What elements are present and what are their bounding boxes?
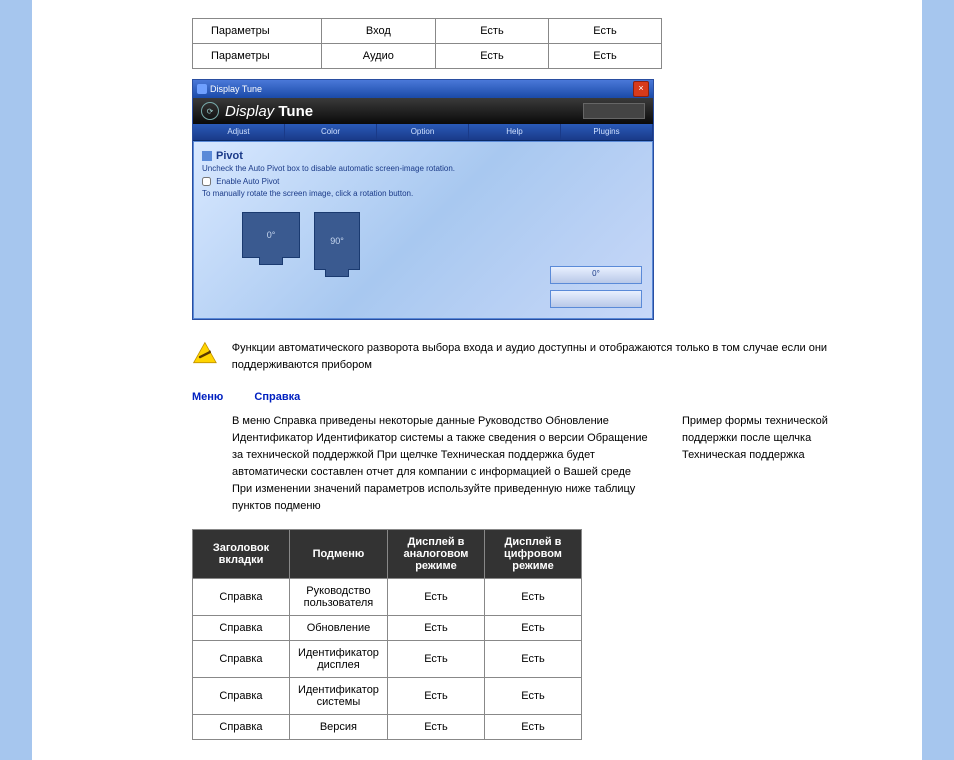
col-header: Дисплей в цифровом режиме xyxy=(485,530,582,579)
table-row: СправкаРуководство пользователяЕстьЕсть xyxy=(193,579,582,616)
right-text: Пример формы технической поддержки после… xyxy=(682,413,862,515)
panel-desc: Uncheck the Auto Pivot box to disable au… xyxy=(202,164,644,173)
cell: Есть xyxy=(435,44,548,69)
cell: Есть xyxy=(435,19,548,44)
help-link[interactable]: Справка xyxy=(254,391,300,403)
tab-option[interactable]: Option xyxy=(377,124,469,140)
warning-row: Функции автоматического разворота выбора… xyxy=(192,340,912,373)
auto-pivot-checkbox[interactable]: Enable Auto Pivot xyxy=(202,177,279,186)
table-row: СправкаИдентификатор системыЕстьЕсть xyxy=(193,678,582,715)
panel-button-2[interactable] xyxy=(550,290,642,308)
brand-text: Display Tune xyxy=(225,103,313,120)
table-row: СправкаВерсияЕстьЕсть xyxy=(193,715,582,740)
menu-line: Меню Справка xyxy=(192,387,912,413)
col-header: Заголовок вкладки xyxy=(193,530,290,579)
pivot-panel: Pivot Uncheck the Auto Pivot box to disa… xyxy=(193,141,653,319)
tab-color[interactable]: Color xyxy=(285,124,377,140)
brand-logo-icon: ⟳ xyxy=(201,102,219,120)
window-title: Display Tune xyxy=(210,84,262,94)
app-tabs: Adjust Color Option Help Plugins xyxy=(193,124,653,141)
panel-title: Pivot xyxy=(202,150,644,162)
table-row: СправкаИдентификатор дисплеяЕстьЕсть xyxy=(193,641,582,678)
table-row: Параметры Аудио Есть Есть xyxy=(193,44,662,69)
table-row: СправкаОбновлениеЕстьЕсть xyxy=(193,616,582,641)
warning-text: Функции автоматического разворота выбора… xyxy=(232,340,912,373)
window-titlebar: Display Tune × xyxy=(193,80,653,98)
cell: Есть xyxy=(548,19,661,44)
checkbox-input[interactable] xyxy=(202,177,211,186)
panel-hint: To manually rotate the screen image, cli… xyxy=(202,189,644,198)
table-row: Параметры Вход Есть Есть xyxy=(193,19,662,44)
close-icon[interactable]: × xyxy=(633,81,649,97)
rotation-90-button[interactable]: 90° xyxy=(314,212,360,270)
warning-icon xyxy=(192,340,218,366)
left-margin xyxy=(0,0,32,760)
cell: Вход xyxy=(321,19,435,44)
table-header-row: Заголовок вкладки Подменю Дисплей в анал… xyxy=(193,530,582,579)
tab-help[interactable]: Help xyxy=(469,124,561,140)
help-table: Заголовок вкладки Подменю Дисплей в анал… xyxy=(192,529,582,740)
tab-plugins[interactable]: Plugins xyxy=(561,124,653,140)
col-header: Дисплей в аналоговом режиме xyxy=(387,530,484,579)
col-header: Подменю xyxy=(289,530,387,579)
cell: Аудио xyxy=(321,44,435,69)
menu-link[interactable]: Меню xyxy=(192,391,223,403)
cell: Параметры xyxy=(193,44,322,69)
checkbox-label: Enable Auto Pivot xyxy=(216,177,279,186)
rotation-0-button[interactable]: 0° xyxy=(242,212,300,258)
cell: Есть xyxy=(548,44,661,69)
parameters-table: Параметры Вход Есть Есть Параметры Аудио… xyxy=(192,18,662,69)
right-margin xyxy=(922,0,954,760)
brand-bar: ⟳ Display Tune xyxy=(193,98,653,124)
pivot-icon xyxy=(202,151,212,161)
app-icon xyxy=(197,84,207,94)
tab-adjust[interactable]: Adjust xyxy=(193,124,285,140)
display-tune-window: Display Tune × ⟳ Display Tune Adjust Col… xyxy=(192,79,654,320)
panel-button-1[interactable]: 0° xyxy=(550,266,642,284)
brand-badge xyxy=(583,103,645,119)
cell: Параметры xyxy=(193,19,322,44)
left-text: В меню Справка приведены некоторые данны… xyxy=(192,413,652,515)
